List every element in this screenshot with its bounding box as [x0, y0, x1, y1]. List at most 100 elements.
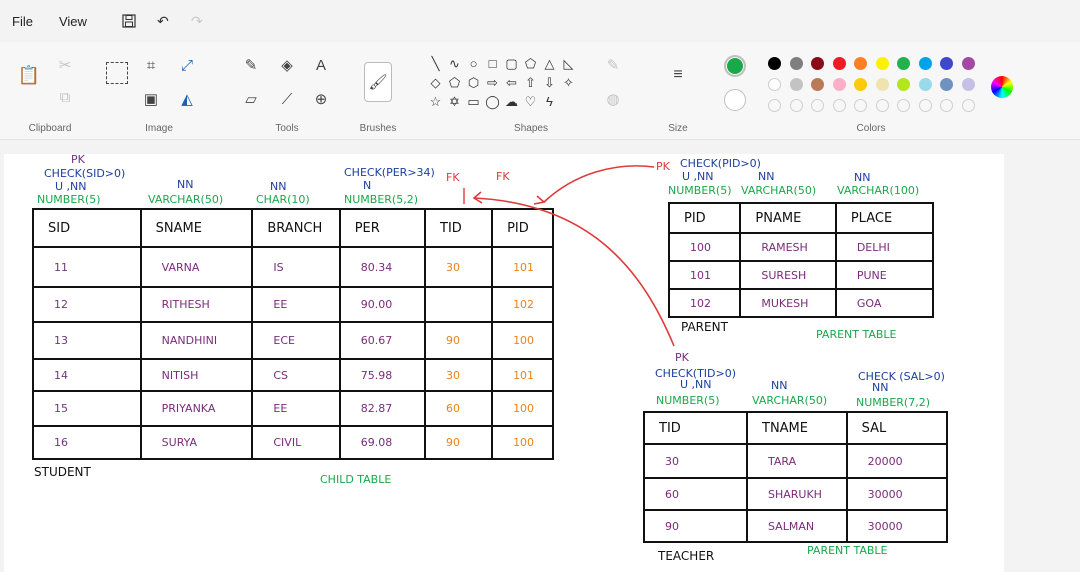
- hexagon-shape-icon[interactable]: ⬡: [464, 73, 483, 92]
- color-picker-icon[interactable]: ⟋: [276, 88, 298, 110]
- canvas-area[interactable]: PK CHECK(SID>0) U ,NN NUMBER(5) NN VARCH…: [0, 140, 1080, 572]
- undo-icon[interactable]: ↶: [153, 11, 173, 31]
- edit-colors-icon[interactable]: [991, 76, 1013, 98]
- arrow-right-shape-icon[interactable]: ⇨: [483, 73, 502, 92]
- pentagon-shape-icon[interactable]: ⬠: [445, 73, 464, 92]
- size-icon[interactable]: ≡: [667, 64, 689, 86]
- menu-bar: File View ↶ ↷: [0, 0, 1080, 42]
- image-label: Image: [145, 123, 173, 134]
- brush-icon[interactable]: 🖌: [364, 62, 392, 102]
- line-shape-icon[interactable]: ╲: [426, 54, 445, 73]
- callout-cloud-shape-icon[interactable]: ☁: [502, 92, 521, 111]
- color-swatch[interactable]: [832, 57, 846, 70]
- tid-fk-arrow: [473, 197, 675, 347]
- color-swatch[interactable]: [897, 78, 910, 91]
- pencil-icon[interactable]: ✎: [240, 54, 262, 76]
- color-swatch[interactable]: [961, 57, 975, 70]
- outline-icon[interactable]: ✎: [602, 54, 624, 76]
- star6-shape-icon[interactable]: ✡: [445, 92, 464, 111]
- rounded-rect-shape-icon[interactable]: ▢: [502, 54, 521, 73]
- color-swatch[interactable]: [832, 78, 846, 91]
- shapes-group: ╲ ∿ ○ □ ▢ ⬠ △ ◺ ◇ ⬠ ⬡ ⇨ ⇦ ⇧ ⇩ ✧ ☆ ✡ ▭ ◯ …: [426, 46, 636, 138]
- custom-color-slot[interactable]: [961, 99, 975, 112]
- redo-icon[interactable]: ↷: [187, 11, 207, 31]
- star5-shape-icon[interactable]: ☆: [426, 92, 445, 111]
- primary-color-swatch[interactable]: [724, 55, 746, 77]
- clipboard-label: Clipboard: [28, 123, 72, 134]
- eraser-icon[interactable]: ▱: [240, 88, 262, 110]
- clipboard-group: 📋 ✂ ⧉ Clipboard: [10, 46, 90, 138]
- brushes-label: Brushes: [359, 123, 397, 134]
- color-swatch[interactable]: [940, 57, 953, 70]
- polygon-shape-icon[interactable]: ⬠: [521, 54, 540, 73]
- colors-label: Colors: [856, 123, 886, 134]
- lightning-shape-icon[interactable]: ϟ: [540, 92, 559, 111]
- rotate-icon[interactable]: ◭: [176, 88, 198, 110]
- callout-rect-shape-icon[interactable]: ▭: [464, 92, 483, 111]
- color-swatch[interactable]: [854, 57, 867, 70]
- color-swatch[interactable]: [811, 78, 824, 91]
- size-group: ≡ Size: [656, 46, 700, 138]
- copy-icon[interactable]: ⧉: [54, 86, 76, 108]
- color-swatch[interactable]: [789, 57, 803, 70]
- crop-icon[interactable]: ⌗: [140, 54, 162, 76]
- color-swatch[interactable]: [961, 78, 975, 91]
- menu-view[interactable]: View: [51, 14, 95, 29]
- callout-oval-shape-icon[interactable]: ◯: [483, 92, 502, 111]
- cut-icon[interactable]: ✂: [54, 54, 76, 76]
- resize-icon[interactable]: ⤢: [176, 54, 198, 76]
- curve-shape-icon[interactable]: ∿: [445, 54, 464, 73]
- paste-icon[interactable]: 📋: [18, 64, 40, 86]
- shape-fill-icon[interactable]: ◍: [602, 88, 624, 110]
- color-swatch[interactable]: [811, 57, 824, 70]
- color-swatch[interactable]: [940, 78, 953, 91]
- triangle-shape-icon[interactable]: △: [540, 54, 559, 73]
- image-select-icon[interactable]: ▣: [140, 88, 162, 110]
- select-icon[interactable]: [106, 62, 128, 84]
- arrow-up-shape-icon[interactable]: ⇧: [521, 73, 540, 92]
- shapes-label: Shapes: [514, 123, 548, 134]
- color-swatch[interactable]: [768, 57, 781, 70]
- heart-shape-icon[interactable]: ♡: [521, 92, 540, 111]
- color-swatch[interactable]: [875, 78, 889, 91]
- color-swatch[interactable]: [918, 78, 932, 91]
- tools-group: ✎ ◈ A ▱ ⟋ ⊕ Tools: [232, 46, 342, 138]
- custom-color-slot[interactable]: [875, 99, 889, 112]
- magnifier-icon[interactable]: ⊕: [310, 88, 332, 110]
- diamond-shape-icon[interactable]: ◇: [426, 73, 445, 92]
- custom-color-slot[interactable]: [789, 99, 803, 112]
- right-triangle-shape-icon[interactable]: ◺: [559, 54, 578, 73]
- custom-color-slot[interactable]: [918, 99, 932, 112]
- ribbon: 📋 ✂ ⧉ Clipboard ⌗ ⤢ ▣ ◭ Image ✎ ◈ A ▱ ⟋ …: [0, 42, 1080, 140]
- custom-color-slot[interactable]: [940, 99, 953, 112]
- pid-arrow-head: [533, 195, 546, 205]
- arrow-left-shape-icon[interactable]: ⇦: [502, 73, 521, 92]
- arrow-down-shape-icon[interactable]: ⇩: [540, 73, 559, 92]
- colors-group: Colors: [716, 46, 1026, 138]
- star4-shape-icon[interactable]: ✧: [559, 73, 578, 92]
- oval-shape-icon[interactable]: ○: [464, 54, 483, 73]
- pid-fk-arrow: [543, 165, 655, 203]
- color-swatch[interactable]: [768, 78, 781, 91]
- custom-color-slot[interactable]: [811, 99, 824, 112]
- text-icon[interactable]: A: [310, 54, 332, 76]
- custom-color-slot[interactable]: [854, 99, 867, 112]
- drawing-paper[interactable]: PK CHECK(SID>0) U ,NN NUMBER(5) NN VARCH…: [4, 154, 1004, 572]
- menu-file[interactable]: File: [4, 14, 41, 29]
- color-swatch[interactable]: [875, 57, 889, 70]
- custom-color-slot[interactable]: [897, 99, 910, 112]
- color-swatch[interactable]: [789, 78, 803, 91]
- size-label: Size: [668, 123, 688, 134]
- rectangle-shape-icon[interactable]: □: [483, 54, 502, 73]
- secondary-color-swatch[interactable]: [724, 89, 746, 111]
- custom-color-slot[interactable]: [832, 99, 846, 112]
- tools-label: Tools: [275, 123, 299, 134]
- color-swatch[interactable]: [854, 78, 867, 91]
- image-group: ⌗ ⤢ ▣ ◭ Image: [100, 46, 218, 138]
- custom-color-slot[interactable]: [768, 99, 781, 112]
- color-swatch[interactable]: [918, 57, 932, 70]
- fill-icon[interactable]: ◈: [276, 54, 298, 76]
- color-swatch[interactable]: [897, 57, 910, 70]
- save-icon[interactable]: [119, 11, 139, 31]
- shapes-gallery[interactable]: ╲ ∿ ○ □ ▢ ⬠ △ ◺ ◇ ⬠ ⬡ ⇨ ⇦ ⇧ ⇩ ✧ ☆ ✡ ▭ ◯ …: [426, 54, 578, 111]
